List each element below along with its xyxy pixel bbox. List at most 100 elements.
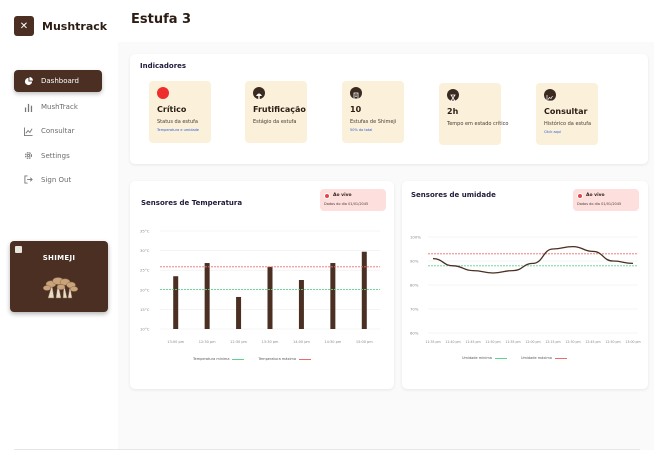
promo-title: SHIMEJI (42, 254, 76, 262)
sidebar-item-label: Consultar (41, 127, 75, 136)
hourglass-icon (447, 89, 459, 102)
legend-min-swatch (232, 358, 245, 360)
sidebar-item-settings[interactable]: Settings (14, 145, 102, 167)
header-bar (118, 0, 654, 42)
x-tick-label: 11:40 pm (445, 340, 460, 344)
indicator-value: Consultar (544, 107, 588, 116)
x-tick-label: 13:30 pm (262, 340, 279, 344)
y-tick-label: 70% (410, 307, 419, 312)
sidebar-item-dashboard[interactable]: Dashboard (14, 70, 102, 92)
indicator-value: 2h (447, 107, 459, 116)
indicator-status-card[interactable]: Crítico Status da estufa Temperatura e u… (149, 81, 211, 143)
live-badge: Ao vivo Dados do dia 01/01/2045 (320, 189, 386, 211)
pie-chart-icon (24, 76, 33, 86)
page-title: Estufa 3 (131, 12, 192, 27)
temperature-bar (173, 276, 179, 329)
close-icon[interactable]: ✕ (14, 16, 34, 36)
humidity-series-line (432, 245, 634, 274)
indicator-value: Crítico (157, 105, 187, 114)
x-tick-label: 11:35 pm (425, 340, 440, 344)
live-badge: Ao vivo Dados do dia 01/01/2045 (573, 189, 639, 211)
temperature-chart: 10°C 15°C 20°C 25°C 30°C 35°C 13:00 pm 12:30 pm… (140, 229, 380, 344)
sidebar-item-label: Settings (41, 151, 70, 160)
sidebar-nav: Dashboard MushTrack Consultar Settings S… (14, 70, 102, 193)
temperature-bar (330, 263, 336, 329)
sidebar-item-consultar[interactable]: Consultar (14, 120, 102, 142)
live-title: Ao vivo (333, 193, 352, 198)
sidebar-item-sign-out[interactable]: Sign Out (14, 169, 102, 191)
indicator-label: Status da estufa (157, 119, 198, 125)
indicators-title: Indicadores (140, 62, 187, 70)
status-dot-icon (157, 87, 169, 99)
x-tick-label: 12:30 pm (230, 340, 247, 344)
y-tick-label: 30°C (140, 248, 150, 253)
sidebar-item-label: Dashboard (41, 77, 79, 85)
sidebar-item-label: MushTrack (41, 103, 78, 111)
indicator-count-card[interactable]: 10 Estufas de Shimeji 50% do total (342, 81, 404, 143)
expand-icon (15, 246, 22, 253)
temperature-bar (236, 296, 242, 329)
humidity-chart: 60% 70% 80% 90% 100% 11:35 pm 11:40 pm 11:45 pm… (410, 235, 641, 345)
x-tick-label: 11:50 pm (485, 340, 500, 344)
x-tick-label: 11:55 pm (505, 340, 520, 344)
y-tick-label: 35°C (140, 229, 150, 234)
indicator-link[interactable]: Click aqui (544, 130, 561, 134)
indicators-card: Indicadores Crítico Status da estufa Tem… (130, 54, 648, 164)
sidebar-item-label: Sign Out (41, 175, 72, 184)
chart-icon (544, 89, 556, 102)
sidebar-item-mushtrack[interactable]: MushTrack (14, 96, 102, 118)
app-name: Mushtrack (42, 19, 108, 33)
indicator-value: 10 (350, 105, 362, 114)
indicator-link[interactable]: Temperatura e umidade (157, 128, 199, 132)
legend-min: Temperatura mínima (193, 357, 245, 361)
legend-min-label: Temperatura mínima (193, 357, 230, 361)
x-tick-label: 13:00 pm (167, 340, 184, 344)
brand: ✕ Mushtrack (14, 16, 107, 36)
live-dot-icon (324, 193, 330, 199)
y-tick-label: 60% (410, 331, 419, 336)
indicator-link[interactable]: 50% do total (350, 128, 372, 132)
y-tick-label: 25°C (140, 268, 150, 273)
humidity-card: Sensores de umidade Ao vivo Dados do dia… (402, 181, 648, 389)
legend-max-swatch (554, 357, 567, 359)
bar-chart-icon (24, 103, 33, 112)
line-chart-icon (24, 127, 33, 136)
mushroom-icon (253, 87, 265, 99)
temperature-bar (361, 251, 367, 329)
x-tick-label: 15:00 pm (356, 340, 373, 344)
shimeji-promo-card[interactable]: SHIMEJI (10, 241, 108, 312)
legend-max-swatch (299, 358, 311, 360)
legend-max: Temperatura máxima (258, 357, 311, 361)
indicator-consult-card[interactable]: Consultar Histórico da estufa Click aqui (536, 83, 598, 145)
indicator-label: Estufas de Shimeji (350, 119, 397, 125)
x-tick-label: 13:00 pm (625, 340, 640, 344)
document-icon (350, 87, 362, 100)
indicator-label: Estágio da estufa (253, 119, 297, 125)
x-tick-label: 12:30 pm (565, 340, 580, 344)
y-tick-label: 15°C (140, 307, 150, 312)
x-tick-label: 14:00 pm (293, 340, 310, 344)
x-tick-label: 12:50 pm (605, 340, 620, 344)
indicator-stage-card[interactable]: Frutificação Estágio da estufa (245, 81, 307, 143)
temperature-bar (204, 263, 210, 329)
x-tick-label: 12:15 pm (545, 340, 560, 344)
sign-out-icon (24, 175, 33, 184)
live-date: Dados do dia 01/01/2045 (577, 202, 622, 206)
x-tick-label: 12:45 pm (585, 340, 600, 344)
legend-max: Umidade máxima (521, 356, 567, 360)
legend-min-label: Umidade mínima (462, 356, 492, 360)
indicator-label: Histórico da estufa (544, 121, 592, 127)
mushroom-image (42, 277, 79, 299)
x-tick-label: 14:30 pm (324, 340, 341, 344)
legend-max-label: Umidade máxima (520, 356, 552, 360)
temperature-card: Sensores de Temperatura Ao vivo Dados do… (130, 181, 394, 389)
x-tick-label: 12:00 pm (525, 340, 540, 344)
temperature-legend: Temperatura mínima Temperatura máxima (193, 357, 311, 361)
live-date: Dados do dia 01/01/2045 (324, 202, 369, 206)
x-tick-label: 12:30 pm (199, 340, 216, 344)
live-dot-icon (577, 193, 583, 199)
indicator-critical-time-card[interactable]: 2h Tempo em estado crítico (439, 83, 508, 145)
sidebar: ✕ Mushtrack Dashboard MushTrack Consulta… (0, 0, 118, 450)
humidity-legend: Umidade mínima Umidade máxima (462, 356, 567, 360)
y-tick-label: 90% (410, 259, 419, 264)
